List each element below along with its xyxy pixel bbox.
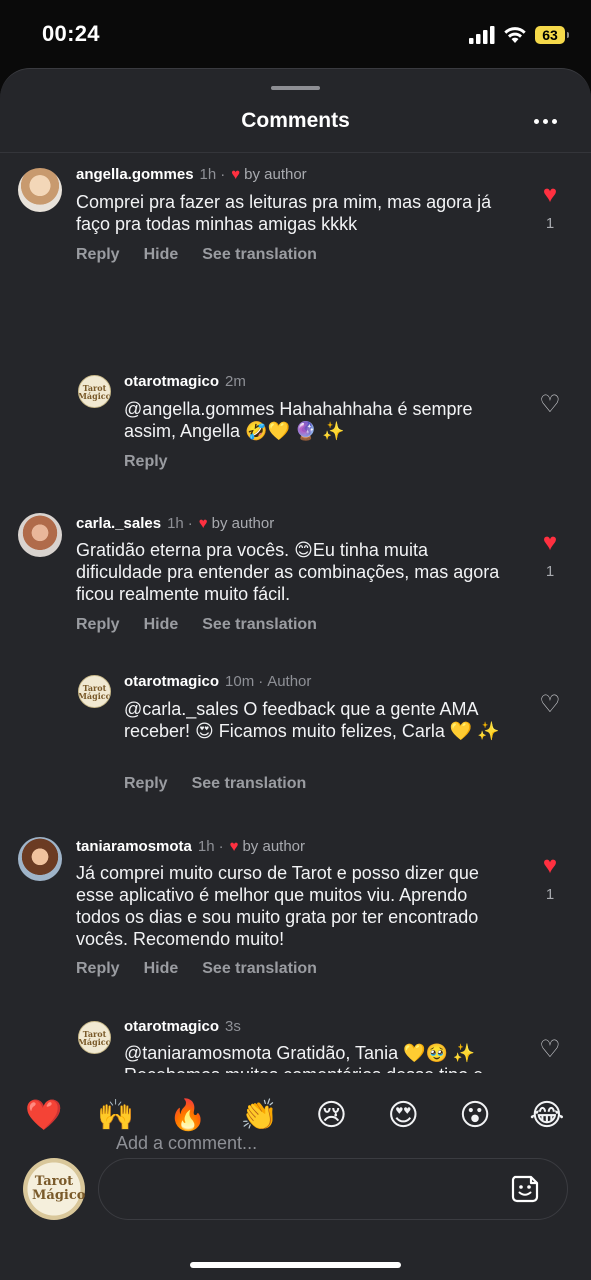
separator-dot: · bbox=[187, 515, 193, 532]
heart-icon: ♥ bbox=[229, 838, 239, 855]
heart-icon: ♥ bbox=[198, 515, 208, 532]
avatar[interactable] bbox=[18, 168, 62, 212]
like-count: 1 bbox=[545, 886, 555, 903]
emoji-crying[interactable]: 😢 bbox=[311, 1098, 351, 1133]
liked-by-author-label: by author bbox=[242, 838, 306, 855]
comment-username[interactable]: taniaramosmota bbox=[76, 838, 192, 855]
liked-by-author-label: by author bbox=[211, 515, 275, 532]
status-icons: 63 bbox=[469, 26, 569, 44]
emoji-reaction-bar: ❤️ 🙌 🔥 👏 😢 😍 😮 😂 bbox=[0, 1090, 591, 1140]
status-bar: 00:24 63 bbox=[0, 0, 591, 70]
wifi-icon bbox=[504, 27, 526, 43]
comment-meta: angella.gommes 1h · ♥ by author bbox=[76, 166, 307, 183]
avatar[interactable] bbox=[18, 513, 62, 557]
signal-icon bbox=[469, 26, 495, 44]
comment-username[interactable]: otarotmagico bbox=[124, 1018, 219, 1035]
comment-meta: otarotmagico 2m bbox=[124, 373, 246, 390]
liked-by-author-label: by author bbox=[244, 166, 307, 183]
like-button[interactable]: ♡ bbox=[535, 693, 565, 717]
comment-text: Já comprei muito curso de Tarot e posso … bbox=[76, 863, 479, 949]
comment-reply: Tarot Mágico otarotmagico 10m · Author @c… bbox=[0, 593, 591, 792]
comment-username[interactable]: angella.gommes bbox=[76, 166, 194, 183]
heart-outline-icon: ♡ bbox=[539, 1036, 561, 1063]
emoji-clap[interactable]: 👏 bbox=[240, 1098, 280, 1133]
comment-time: 3s bbox=[225, 1018, 241, 1035]
like-count: 1 bbox=[545, 215, 555, 232]
like-button[interactable]: ♡ bbox=[535, 393, 565, 417]
like-button[interactable]: ♡ bbox=[535, 1038, 565, 1062]
like-button[interactable]: ♥ 1 bbox=[535, 529, 565, 581]
comment: angella.gommes 1h · ♥ by author Comprei … bbox=[0, 153, 591, 278]
battery-level: 63 bbox=[542, 27, 558, 43]
more-icon[interactable] bbox=[534, 119, 557, 124]
heart-outline-icon: ♡ bbox=[539, 691, 561, 718]
composer-avatar-text: Tarot Mágico bbox=[32, 1174, 86, 1203]
heart-outline-icon: ♡ bbox=[539, 391, 561, 418]
sheet-title: Comments bbox=[241, 109, 350, 132]
avatar[interactable] bbox=[18, 837, 62, 881]
comment-time: 1h bbox=[199, 166, 217, 183]
comment-username[interactable]: otarotmagico bbox=[124, 373, 219, 390]
separator-dot: · bbox=[258, 673, 264, 690]
emoji-raised-hands[interactable]: 🙌 bbox=[96, 1098, 136, 1133]
comment-time: 2m bbox=[225, 373, 246, 390]
comment-meta: otarotmagico 3s bbox=[124, 1018, 241, 1035]
like-button[interactable]: ♥ 1 bbox=[535, 852, 565, 904]
like-button[interactable]: ♥ 1 bbox=[535, 181, 565, 233]
separator-dot: · bbox=[220, 166, 226, 183]
status-time: 00:24 bbox=[42, 21, 100, 46]
comment: taniaramosmota 1h · ♥ by author Já compr… bbox=[0, 753, 591, 977]
separator-dot: · bbox=[218, 838, 224, 855]
battery-icon: 63 bbox=[535, 26, 569, 44]
see-translation-button[interactable]: See translation bbox=[202, 246, 317, 264]
comment-time: 10m bbox=[225, 673, 255, 690]
reply-button[interactable]: Reply bbox=[76, 246, 120, 264]
author-label: Author bbox=[267, 673, 312, 690]
comment-input[interactable] bbox=[98, 1158, 568, 1220]
sheet-grabber[interactable] bbox=[271, 86, 320, 90]
comment-time: 1h bbox=[197, 838, 215, 855]
comment-time: 1h bbox=[167, 515, 184, 532]
heart-icon: ♥ bbox=[231, 166, 241, 183]
comment-input-placeholder: Add a comment... bbox=[116, 1133, 258, 1153]
like-count: 1 bbox=[545, 563, 555, 580]
hide-button[interactable]: Hide bbox=[144, 246, 179, 264]
comment-reply: Tarot Mágico otarotmagico 2m @angella.gom… bbox=[0, 293, 591, 470]
avatar: Tarot Mágico bbox=[23, 1158, 85, 1220]
heart-icon: ♥ bbox=[542, 181, 558, 208]
comment-meta: taniaramosmota 1h · ♥ by author bbox=[76, 838, 305, 855]
avatar[interactable]: Tarot Mágico bbox=[78, 675, 111, 708]
avatar[interactable]: Tarot Mágico bbox=[78, 375, 111, 408]
emoji-fire[interactable]: 🔥 bbox=[168, 1098, 208, 1133]
comment-reply: Tarot Mágico otarotmagico 3s @taniaramosm… bbox=[0, 938, 591, 1073]
comment-meta: carla._sales 1h · ♥ by author bbox=[76, 515, 274, 532]
emoji-laughing[interactable]: 😂 bbox=[527, 1098, 567, 1133]
heart-icon: ♥ bbox=[542, 529, 558, 556]
comment-username[interactable]: carla._sales bbox=[76, 515, 161, 532]
emoji-surprised[interactable]: 😮 bbox=[455, 1098, 495, 1133]
comment: carla._sales 1h · ♥ by author Gratidão e… bbox=[0, 433, 591, 633]
comment-text: @taniaramosmota Gratidão, Tania 💛🥹 ✨ Rec… bbox=[124, 1043, 483, 1073]
comment-username[interactable]: otarotmagico bbox=[124, 673, 219, 690]
comment-text: @carla._sales O feedback que a gente AMA… bbox=[124, 699, 500, 741]
comment-text: Comprei pra fazer as leituras pra mim, m… bbox=[76, 192, 492, 234]
sticker-icon[interactable] bbox=[509, 1173, 541, 1205]
emoji-heart[interactable]: ❤️ bbox=[24, 1098, 64, 1133]
home-indicator[interactable] bbox=[190, 1262, 401, 1268]
heart-icon: ♥ bbox=[542, 852, 558, 879]
comment-meta: otarotmagico 10m · Author bbox=[124, 673, 311, 690]
comment-actions: Reply Hide See translation bbox=[76, 246, 317, 264]
emoji-heart-eyes[interactable]: 😍 bbox=[383, 1098, 423, 1133]
avatar[interactable]: Tarot Mágico bbox=[78, 1021, 111, 1054]
comments-list: angella.gommes 1h · ♥ by author Comprei … bbox=[0, 153, 591, 1073]
